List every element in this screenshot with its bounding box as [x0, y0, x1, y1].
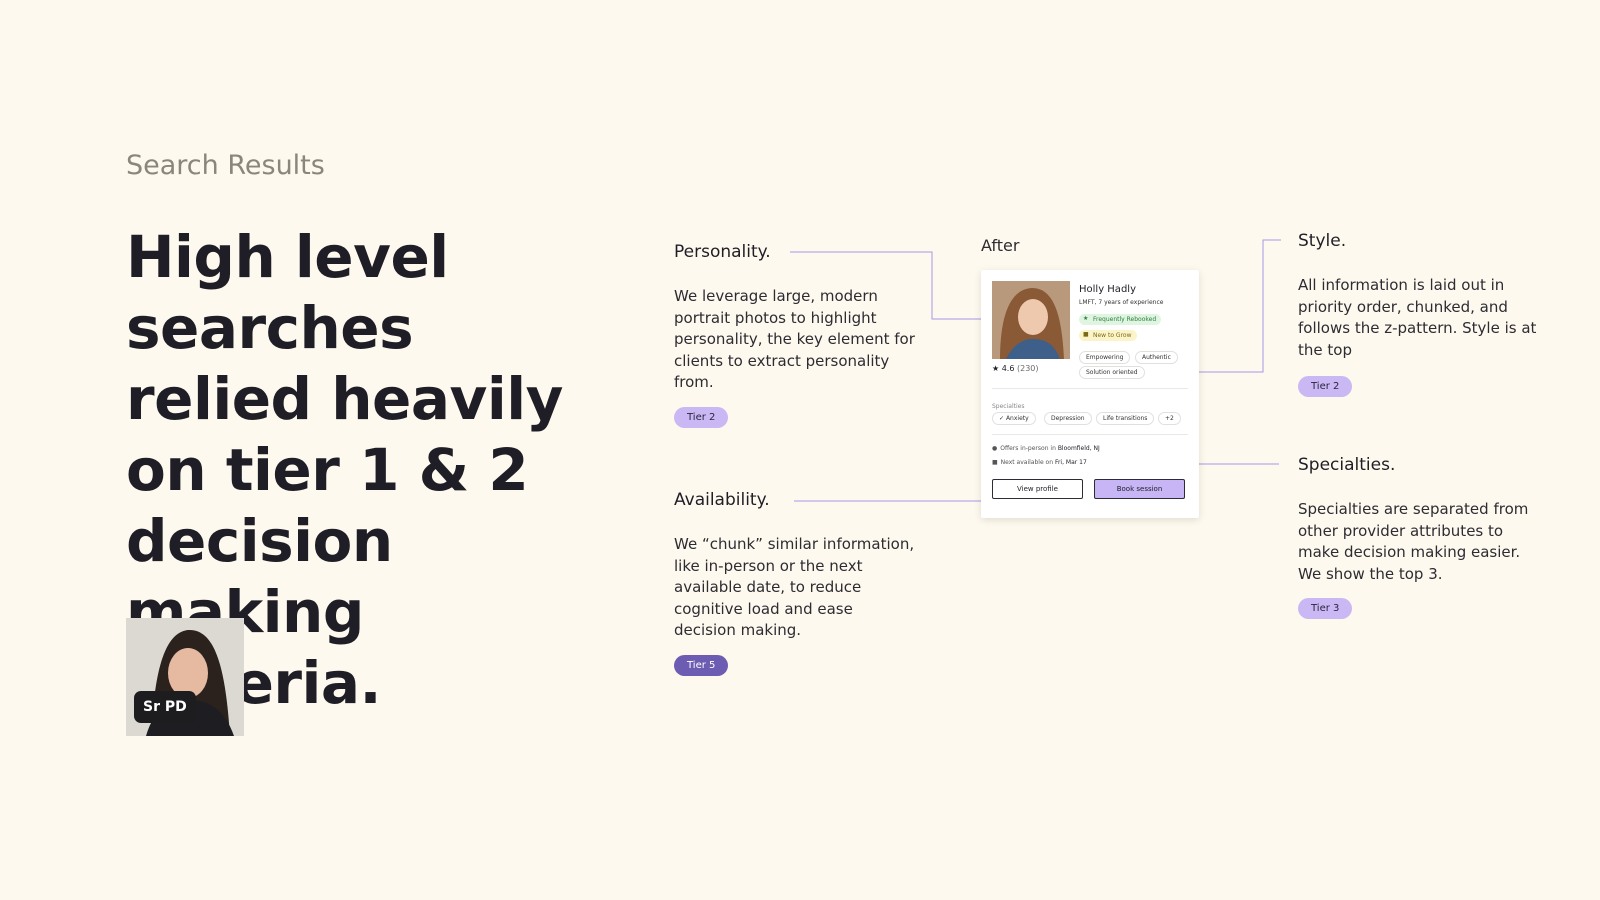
star-icon: ★	[992, 364, 1000, 373]
card-label: After	[981, 236, 1020, 255]
next-available-info: ■ Next available on Fri, Mar 17	[992, 459, 1087, 466]
book-session-button[interactable]: Book session	[1094, 479, 1185, 499]
provider-credentials: LMFT, 7 years of experience	[1079, 299, 1164, 306]
style-tier-badge: Tier 2	[1298, 376, 1353, 397]
specialties-label: Specialties	[992, 403, 1025, 410]
in-person-info: ● Offers in-person in Bloomfield, NJ	[992, 445, 1100, 452]
check-icon: ✓	[999, 415, 1006, 422]
specialties-body: Specialties are separated from other pro…	[1298, 500, 1529, 583]
availability-body: We “chunk” similar information, like in-…	[674, 535, 915, 639]
availability-tier-badge: Tier 5	[674, 655, 729, 676]
provider-name: Holly Hadly	[1079, 284, 1136, 295]
specialties-tier-badge: Tier 3	[1298, 598, 1353, 619]
style-tag: Empowering	[1079, 351, 1131, 364]
specialty-tag: ✓ Anxiety	[992, 412, 1036, 425]
specialty-tag: Depression	[1044, 412, 1092, 425]
availability-title: Availability.	[674, 490, 770, 510]
style-tag: Authentic	[1135, 351, 1178, 364]
frequently-rebooked-badge: ★ Frequently Rebooked	[1079, 314, 1162, 325]
connector-lines	[790, 239, 1281, 504]
provider-rating: ★ 4.6 (230)	[992, 364, 1039, 373]
location-pin-icon: ●	[992, 445, 998, 452]
calendar-icon: ■	[992, 459, 998, 466]
style-body: All information is laid out in priority …	[1298, 276, 1537, 359]
specialty-tag: Life transitions	[1096, 412, 1155, 425]
card-divider	[992, 434, 1188, 435]
specialty-more-tag: +2	[1158, 412, 1181, 425]
provider-card: Holly Hadly LMFT, 7 years of experience …	[981, 270, 1199, 518]
provider-photo	[992, 281, 1070, 359]
personality-tier-badge: Tier 2	[674, 407, 729, 428]
new-to-grow-badge: ■ New to Grow	[1079, 330, 1137, 341]
card-divider	[992, 388, 1188, 389]
style-tag: Solution oriented	[1079, 366, 1145, 379]
specialties-title: Specialties.	[1298, 455, 1396, 475]
style-title: Style.	[1298, 231, 1347, 251]
sprout-icon: ■	[1083, 331, 1089, 338]
star-icon: ★	[1083, 315, 1089, 322]
personality-title: Personality.	[674, 242, 771, 262]
personality-body: We leverage large, modern portrait photo…	[674, 287, 915, 391]
view-profile-button[interactable]: View profile	[992, 479, 1083, 499]
